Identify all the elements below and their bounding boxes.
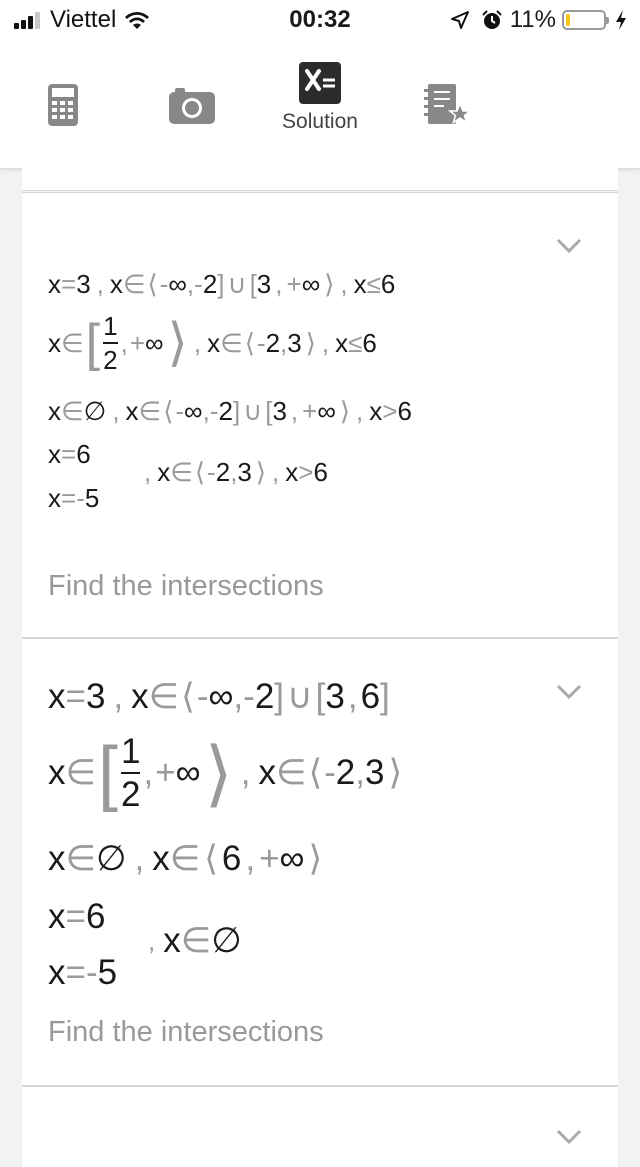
chevron-down-icon[interactable] — [556, 684, 582, 700]
equation-line: x ∈ [ 12 , + ∞ ⟩ , x ∈ ⟨ - 2 , 3 ⟩ , x ≤… — [48, 311, 377, 375]
chevron-down-icon[interactable] — [556, 238, 582, 254]
equation-line: x ∈ [ 12 , + ∞ ⟩ , x ∈ ⟨ - 2 , 3 ⟩ — [48, 732, 403, 814]
solution-steps: x = 3 , x ∈ ⟨ - ∞ , - 2 ] ∪ [ 3 , + ∞ ⟩ … — [22, 168, 618, 1167]
location-arrow-icon — [450, 11, 469, 29]
battery-icon — [562, 10, 609, 30]
equation-line: x = - 5 — [48, 953, 118, 992]
solution-tab[interactable]: Solution — [270, 62, 370, 162]
previous-card-edge — [22, 168, 618, 191]
chevron-down-icon[interactable] — [556, 1129, 582, 1145]
step-action-label: Find the intersections — [48, 1016, 324, 1048]
battery-percentage: 11% — [509, 6, 556, 33]
battery-level-fill — [566, 14, 570, 26]
step-action-label: Find the intersections — [48, 570, 324, 602]
equation-line: x ∈ ∅ , x ∈ ⟨ - ∞ , - 2 ] ∪ [ 3 , + ∞ ⟩ … — [48, 396, 412, 426]
alarm-clock-icon — [482, 10, 502, 29]
solution-step-card[interactable]: x = 3 , x ∈ ⟨ - ∞ , - 2 ] ∪ [ 3 , 6 ] x … — [22, 638, 618, 1086]
camera-tab[interactable] — [142, 62, 242, 162]
equation-line: x = 3 , x ∈ ⟨ - ∞ , - 2 ] ∪ [ 3 , 6 ] — [48, 677, 390, 716]
equation-line: x ∈ ∅ , x ∈ ⟨ 6 , + ∞ ⟩ — [48, 839, 323, 878]
favorites-tab[interactable] — [398, 62, 498, 162]
solution-icon — [299, 62, 341, 104]
equation-line: x = 3 , x ∈ ⟨ - ∞ , - 2 ] ∪ [ 3 , + ∞ ⟩ … — [48, 269, 396, 299]
calculator-icon — [48, 84, 78, 126]
charging-bolt-icon — [616, 10, 626, 30]
calculator-tab[interactable] — [13, 62, 113, 162]
solution-step-card[interactable]: x = 3 , x ∈ ⟨ - ∞ , - 2 ] ∪ [ 3 , + ∞ ⟩ … — [22, 192, 618, 638]
mode-toolbar: Solution — [0, 40, 640, 169]
status-bar: Viettel 00:32 11% — [0, 0, 640, 40]
equation-line: x = - 5 — [48, 483, 100, 513]
camera-icon — [169, 88, 215, 124]
favorites-notebook-icon — [424, 84, 472, 125]
tab-label-solution: Solution — [282, 110, 358, 133]
solution-step-card-partial[interactable] — [22, 1086, 618, 1167]
